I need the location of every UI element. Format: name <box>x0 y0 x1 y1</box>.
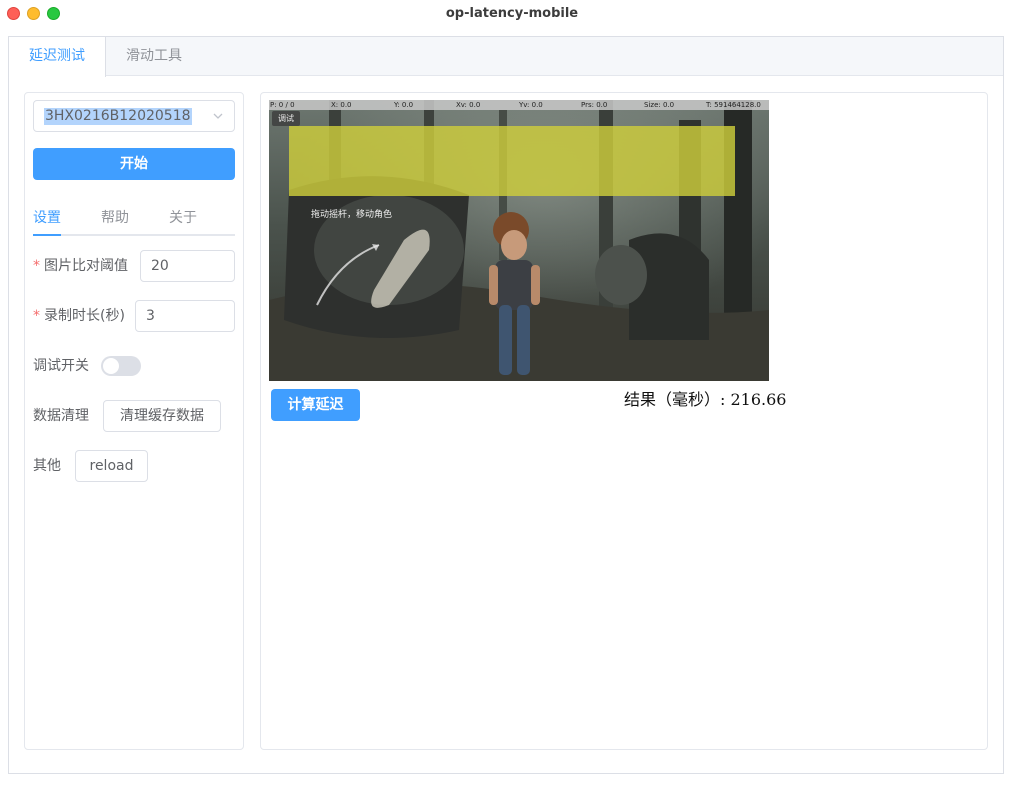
app-window: op-latency-mobile 延迟测试 滑动工具 3HX0216B1202… <box>0 0 1024 796</box>
start-button[interactable]: 开始 <box>33 148 235 180</box>
sub-tab-about[interactable]: 关于 <box>169 207 197 227</box>
tab-latency-test[interactable]: 延迟测试 <box>9 37 106 77</box>
detection-overlay <box>289 126 735 196</box>
hud-xv: Xv: 0.0 <box>456 101 481 109</box>
data-clear-label: 数据清理 <box>33 408 89 424</box>
joystick-hint: 拖动摇杆，移动角色 <box>311 210 393 220</box>
sub-tab-settings[interactable]: 设置 <box>33 207 61 227</box>
hud-size: Size: 0.0 <box>644 101 675 109</box>
chevron-down-icon <box>213 113 223 119</box>
hud-y: Y: 0.0 <box>394 101 414 109</box>
tab-swipe-tool[interactable]: 滑动工具 <box>106 37 202 76</box>
duration-label: * 录制时长(秒) <box>33 308 125 324</box>
main-tabs-header: 延迟测试 滑动工具 <box>9 37 1003 77</box>
threshold-label: * 图片比对阈值 <box>33 258 128 274</box>
sub-tab-help[interactable]: 帮助 <box>101 207 129 227</box>
latency-result: 结果（毫秒）: 216.66 <box>624 390 787 409</box>
title-bar[interactable]: op-latency-mobile <box>0 0 1024 28</box>
active-tab-indicator <box>33 234 61 236</box>
switch-knob <box>103 358 119 374</box>
touch-debug-hud: P: 0 / 0 X: 0.0 Y: 0.0 Xv: 0.0 Yv: 0.0 P… <box>269 100 769 110</box>
settings-sub-tabs: 设置 帮助 关于 <box>33 200 235 236</box>
debug-chip: 调试 <box>272 111 300 126</box>
hud-pressure: Prs: 0.0 <box>581 101 608 109</box>
hud-yv: Yv: 0.0 <box>519 101 543 109</box>
debug-switch[interactable] <box>101 356 141 376</box>
hud-pointer: P: 0 / 0 <box>270 101 295 109</box>
device-select-value: 3HX0216B12020518 <box>44 108 192 125</box>
required-mark: * <box>33 258 40 274</box>
other-label: 其他 <box>33 458 61 474</box>
reload-button[interactable]: reload <box>75 450 148 482</box>
window-title: op-latency-mobile <box>445 6 579 21</box>
game-screenshot: P: 0 / 0 X: 0.0 Y: 0.0 Xv: 0.0 Yv: 0.0 P… <box>269 100 769 381</box>
clear-cache-button[interactable]: 清理缓存数据 <box>103 400 221 432</box>
calculate-latency-button[interactable]: 计算延迟 <box>271 389 360 421</box>
threshold-input[interactable] <box>140 250 235 282</box>
required-mark: * <box>33 308 40 324</box>
hud-x: X: 0.0 <box>331 101 352 109</box>
device-select[interactable]: 3HX0216B12020518 <box>33 100 235 132</box>
debug-switch-label: 调试开关 <box>33 358 89 374</box>
duration-input[interactable] <box>135 300 235 332</box>
hud-time: T: 591464128.0 <box>706 101 761 109</box>
